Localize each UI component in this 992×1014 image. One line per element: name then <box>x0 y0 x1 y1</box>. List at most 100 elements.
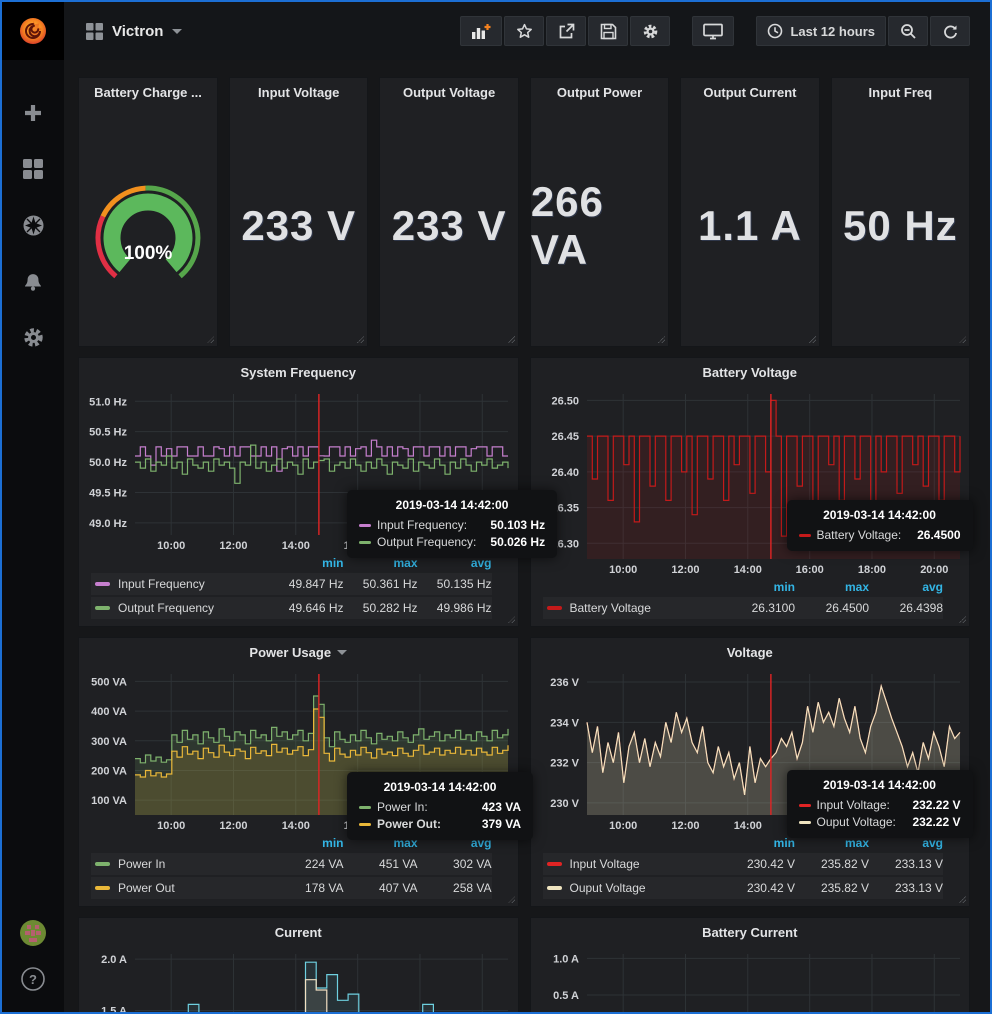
current-plot[interactable]: 2.0 A1.5 A <box>79 946 518 1012</box>
series-name: Power In <box>118 857 165 871</box>
graph-tooltip: 2019-03-14 14:42:00 Battery Voltage: 26.… <box>787 500 973 551</box>
monitor-icon <box>703 23 723 40</box>
gauge-value: 100% <box>79 243 217 265</box>
panel-title[interactable]: Current <box>79 918 518 946</box>
legend-header-avg[interactable]: avg <box>418 556 492 570</box>
panel-title-text: Input Freq <box>869 85 933 100</box>
legend-header-avg[interactable]: avg <box>869 836 943 850</box>
legend: min max avg Input Voltage 230.42 V 235.8… <box>531 833 970 906</box>
legend-row[interactable]: Battery Voltage 26.3100 26.4500 26.4398 <box>543 597 944 619</box>
panel-title[interactable]: Input Freq <box>832 78 969 106</box>
series-name: Input Voltage <box>570 857 640 871</box>
tooltip-row: Input Voltage: 232.22 V <box>799 798 961 812</box>
star-button[interactable] <box>504 16 544 46</box>
panel-title[interactable]: Voltage <box>531 638 970 666</box>
settings-button[interactable] <box>630 16 670 46</box>
sidebar-item-explore[interactable] <box>16 210 50 240</box>
legend-row[interactable]: Ouput Voltage 230.42 V 235.82 V 233.13 V <box>543 877 944 899</box>
sidebar-item-create[interactable] <box>16 98 50 128</box>
legend-header-max[interactable]: max <box>795 580 869 594</box>
series-swatch <box>359 541 371 544</box>
legend-header-max[interactable]: max <box>795 836 869 850</box>
panel-system-frequency: System Frequency 10:0012:0014:0016:0018:… <box>78 357 519 627</box>
panel-title-text: Power Usage <box>249 645 331 660</box>
refresh-icon <box>942 23 959 40</box>
panel-title[interactable]: Output Power <box>531 78 668 106</box>
legend-row[interactable]: Output Frequency 49.646 Hz 50.282 Hz 49.… <box>91 597 492 619</box>
panel-power-usage: Power Usage 10:0012:0014:0016:0018:0020:… <box>78 637 519 907</box>
panel-title[interactable]: Power Usage <box>79 638 518 666</box>
zoom-out-icon <box>900 23 917 40</box>
tooltip-row: Power In: 423 VA <box>359 800 521 814</box>
help-button[interactable]: ? <box>16 964 50 994</box>
kiosk-mode-button[interactable] <box>692 16 734 46</box>
svg-text:1.0 A: 1.0 A <box>553 953 579 965</box>
save-button[interactable] <box>588 16 628 46</box>
svg-text:26.40: 26.40 <box>551 467 579 479</box>
stat-value: 50 Hz <box>843 202 958 250</box>
sidebar-item-alerting[interactable] <box>16 266 50 296</box>
legend-header-min[interactable]: min <box>270 556 344 570</box>
panel-title[interactable]: Output Current <box>681 78 818 106</box>
panel-output-power-stat: Output Power 266 VA <box>530 77 669 347</box>
stat-body: 50 Hz <box>832 106 969 346</box>
legend-header-avg[interactable]: avg <box>869 580 943 594</box>
legend-row[interactable]: Input Frequency 49.847 Hz 50.361 Hz 50.1… <box>91 573 492 595</box>
panel-title[interactable]: System Frequency <box>79 358 518 386</box>
panel-title[interactable]: Output Voltage <box>380 78 517 106</box>
gauge-svg <box>79 106 217 346</box>
svg-text:16:00: 16:00 <box>795 564 823 576</box>
clock-icon <box>767 23 783 39</box>
sidebar-item-configuration[interactable] <box>16 322 50 352</box>
svg-text:232 V: 232 V <box>550 758 579 770</box>
avatar-image <box>19 919 47 947</box>
user-avatar[interactable] <box>16 918 50 948</box>
series-avg: 233.13 V <box>869 857 943 871</box>
grafana-logo[interactable] <box>2 2 64 60</box>
svg-text:18:00: 18:00 <box>857 564 885 576</box>
series-swatch <box>547 886 562 890</box>
svg-text:234 V: 234 V <box>550 717 579 729</box>
stat-body: 266 VA <box>531 106 668 346</box>
help-icon: ? <box>20 966 46 992</box>
series-swatch <box>95 606 110 610</box>
panel-title-text: Output Current <box>703 85 796 100</box>
series-name: Power Out <box>118 881 175 895</box>
svg-text:?: ? <box>29 972 37 987</box>
legend-header-min[interactable]: min <box>270 836 344 850</box>
series-avg: 233.13 V <box>869 881 943 895</box>
panel-battery-current: Battery Current 1.0 A0.5 A <box>530 917 971 1012</box>
sidebar-item-dashboards[interactable] <box>16 154 50 184</box>
legend-header-min[interactable]: min <box>721 836 795 850</box>
add-panel-button[interactable] <box>460 16 502 46</box>
series-name: Ouput Voltage <box>570 881 646 895</box>
legend-row[interactable]: Power Out 178 VA 407 VA 258 VA <box>91 877 492 899</box>
svg-text:14:00: 14:00 <box>282 820 310 832</box>
plus-icon <box>22 102 44 124</box>
dashboards-grid-icon <box>22 158 44 180</box>
series-min: 230.42 V <box>721 881 795 895</box>
legend-row[interactable]: Input Voltage 230.42 V 235.82 V 233.13 V <box>543 853 944 875</box>
battery-current-plot[interactable]: 1.0 A0.5 A <box>531 946 970 1012</box>
panel-input-freq-stat: Input Freq 50 Hz <box>831 77 970 347</box>
chart-row-1: System Frequency 10:0012:0014:0016:0018:… <box>78 357 970 627</box>
panel-title-text: Battery Charge ... <box>94 85 202 100</box>
dashboard-picker[interactable]: Victron <box>86 23 182 40</box>
zoom-out-button[interactable] <box>888 16 928 46</box>
svg-text:100 VA: 100 VA <box>91 795 127 807</box>
share-button[interactable] <box>546 16 586 46</box>
refresh-button[interactable] <box>930 16 970 46</box>
panel-title[interactable]: Battery Voltage <box>531 358 970 386</box>
tooltip-row: Output Frequency: 50.026 Hz <box>359 535 545 549</box>
time-range-picker[interactable]: Last 12 hours <box>756 16 886 46</box>
series-name: Output Frequency <box>118 601 214 615</box>
legend-header-min[interactable]: min <box>721 580 795 594</box>
svg-text:10:00: 10:00 <box>157 540 185 552</box>
sidebar: ? <box>2 2 64 1012</box>
panel-title[interactable]: Battery Current <box>531 918 970 946</box>
panel-title[interactable]: Input Voltage <box>230 78 367 106</box>
legend-row[interactable]: Power In 224 VA 451 VA 302 VA <box>91 853 492 875</box>
panel-title[interactable]: Battery Charge ... <box>79 78 217 106</box>
svg-text:10:00: 10:00 <box>609 564 637 576</box>
legend-header-max[interactable]: max <box>344 556 418 570</box>
